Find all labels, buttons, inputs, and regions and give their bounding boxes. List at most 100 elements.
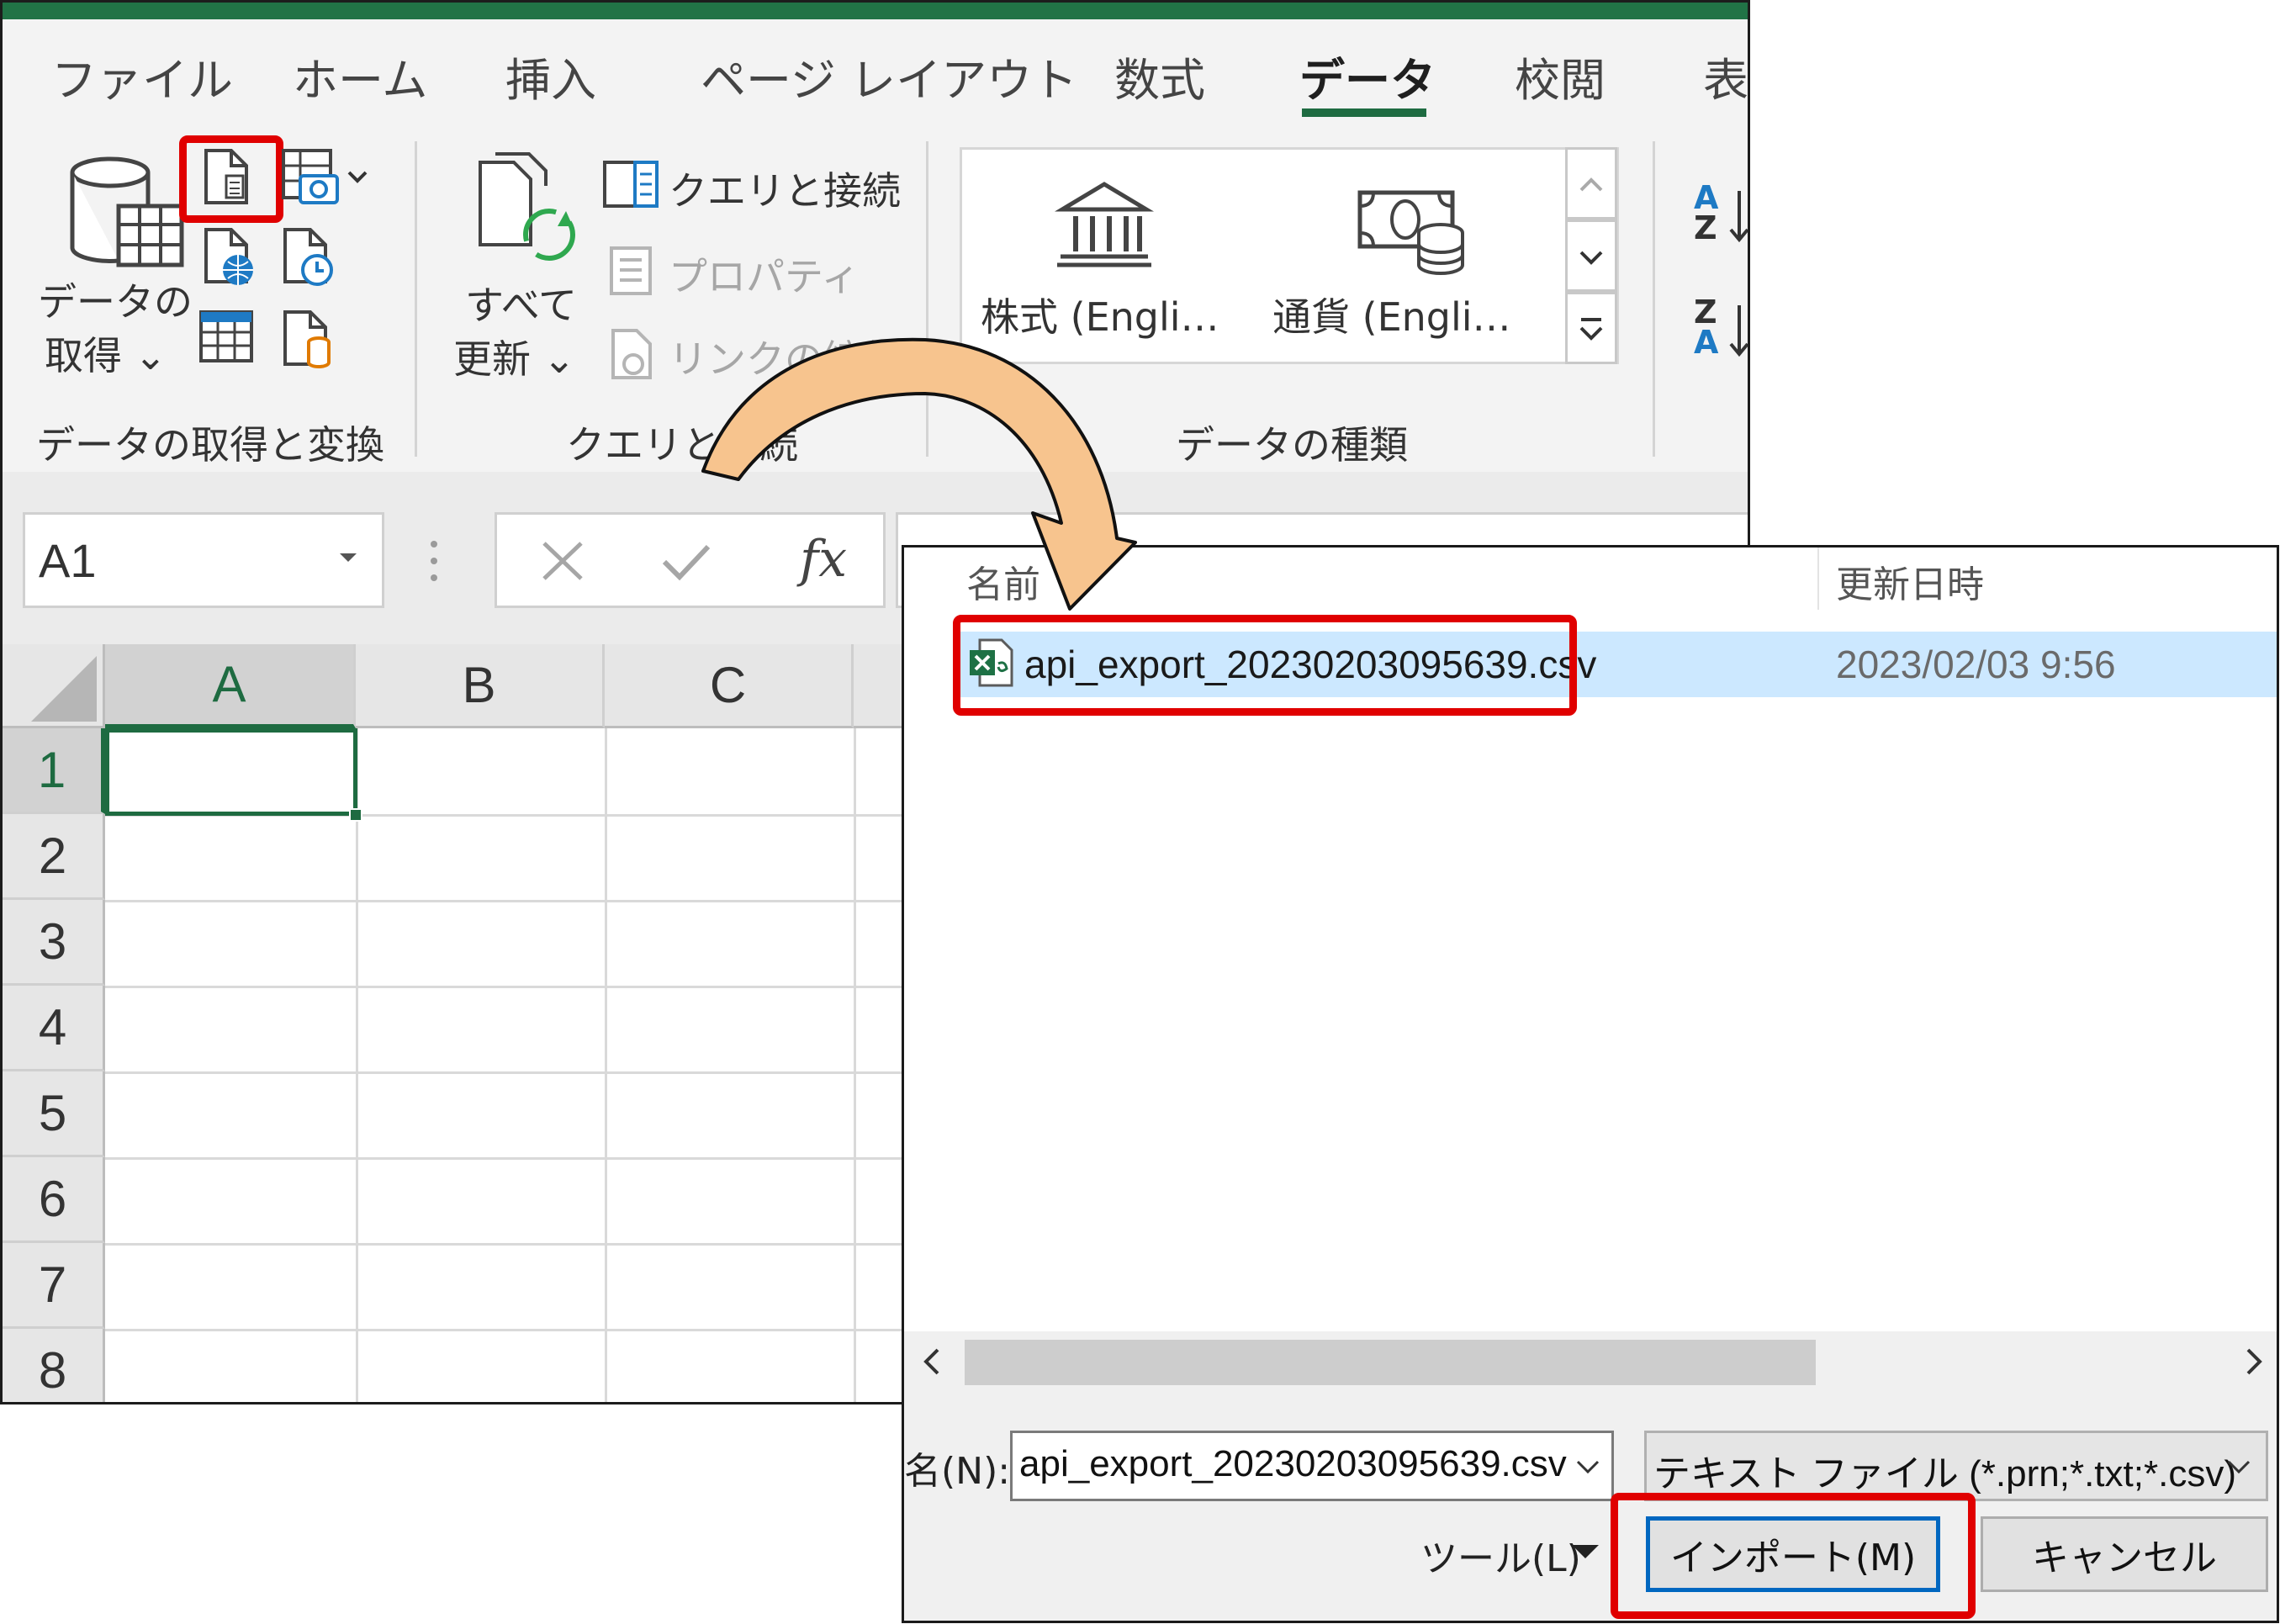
- get-data-label-1: データの: [38, 279, 193, 325]
- file-modified-date: 2023/02/03 9:56: [1836, 643, 2116, 686]
- highlight-from-text-csv: [179, 135, 283, 223]
- row-header-4[interactable]: 4: [3, 986, 105, 1071]
- row-header-3[interactable]: 3: [3, 900, 105, 986]
- tab-page-layout[interactable]: ページ レイアウト: [701, 43, 1077, 109]
- refresh-all-label-2: 更新 ⌄: [453, 336, 576, 382]
- row-header-1[interactable]: 1: [3, 728, 105, 814]
- file-type-select[interactable]: テキスト ファイル (*.prn;*.txt;*.csv): [1644, 1431, 2268, 1501]
- group-separator: [415, 141, 417, 457]
- sort-az-bottom: Z: [1694, 209, 1717, 246]
- queries-pane-icon: [603, 161, 659, 208]
- tab-insert[interactable]: 挿入: [505, 43, 596, 109]
- tab-data[interactable]: データ: [1299, 43, 1436, 109]
- dropdown-arrow-icon: [340, 553, 357, 562]
- bank-building-icon: [1054, 182, 1155, 267]
- chevron-up-icon: [1579, 177, 1603, 192]
- edit-links-label: リンクの編集: [669, 336, 901, 382]
- chevron-down-icon[interactable]: [1573, 1455, 1603, 1480]
- sort-ascending-button[interactable]: A Z: [1689, 179, 1748, 255]
- refresh-icon: [479, 152, 575, 261]
- gallery-expand-button[interactable]: [1565, 292, 1617, 364]
- stocks-label: 株式 (Engli…: [981, 294, 1219, 340]
- properties-button[interactable]: プロパティ: [601, 243, 860, 302]
- column-header-b[interactable]: B: [356, 644, 605, 728]
- name-box[interactable]: A1: [23, 512, 384, 608]
- properties-icon: [610, 246, 652, 295]
- database-table-icon: [70, 156, 184, 267]
- scroll-left-icon[interactable]: [919, 1345, 944, 1378]
- column-separator: [1817, 548, 1819, 610]
- filename-combobox[interactable]: api_export_20230203095639.csv: [1010, 1431, 1614, 1501]
- insert-function-button[interactable]: fx: [800, 530, 847, 589]
- scroll-right-icon[interactable]: [2241, 1345, 2267, 1378]
- group-separator: [926, 141, 928, 457]
- sort-descending-button[interactable]: Z A: [1689, 294, 1748, 369]
- expand-more-icon: [1579, 318, 1603, 341]
- sort-arrow-down-icon: [1729, 305, 1748, 357]
- group-label-data-types: データの種類: [1176, 422, 1408, 468]
- row-header-6[interactable]: 6: [3, 1157, 105, 1243]
- scrollbar-thumb[interactable]: [965, 1340, 1816, 1385]
- fill-handle[interactable]: [349, 808, 362, 822]
- group-label-queries: クエリと接続: [566, 422, 798, 468]
- row-header-2[interactable]: 2: [3, 814, 105, 900]
- queries-connections-label: クエリと接続: [669, 168, 901, 214]
- active-tab-indicator: [1302, 108, 1426, 117]
- cancel-button[interactable]: キャンセル: [1981, 1516, 2268, 1592]
- row-header-5[interactable]: 5: [3, 1071, 105, 1157]
- edit-links-icon: [611, 329, 652, 379]
- highlight-file-row: [953, 615, 1577, 716]
- active-cell-a1[interactable]: [105, 728, 357, 816]
- formula-buttons: fx: [495, 512, 886, 608]
- row-header-8[interactable]: 8: [3, 1329, 105, 1402]
- from-picture-icon[interactable]: [280, 147, 373, 206]
- cancel-x-icon[interactable]: [539, 540, 590, 582]
- from-table-range-icon[interactable]: [198, 309, 257, 368]
- file-type-value: テキスト ファイル (*.prn;*.txt;*.csv): [1653, 1453, 2236, 1494]
- refresh-all-button[interactable]: すべて 更新 ⌄: [448, 147, 600, 383]
- get-data-button[interactable]: データの 取得 ⌄: [36, 147, 193, 378]
- chevron-down-icon: [1579, 251, 1603, 265]
- gridline: [356, 728, 358, 1402]
- vertical-dots-icon: [431, 541, 437, 581]
- stocks-button[interactable]: 株式 (Engli…: [974, 179, 1251, 347]
- from-web-icon[interactable]: [201, 226, 260, 290]
- highlight-import-button: [1611, 1493, 1976, 1619]
- column-header-a[interactable]: A: [105, 644, 356, 728]
- tools-menu-button[interactable]: ツール(L): [1420, 1528, 1581, 1582]
- group-label-get-transform: データの取得と変換: [36, 422, 384, 468]
- tab-file[interactable]: ファイル: [51, 43, 233, 109]
- tab-review[interactable]: 校閲: [1515, 43, 1606, 109]
- tab-view-partial[interactable]: 表: [1703, 43, 1748, 109]
- column-header-name[interactable]: 名前: [966, 554, 1040, 608]
- chevron-down-icon[interactable]: [2224, 1455, 2254, 1480]
- import-data-dialog: 名前 更新日時 api_export_20230203095639.csv 20…: [902, 545, 2279, 1623]
- enter-check-icon[interactable]: [661, 540, 712, 582]
- properties-label: プロパティ: [669, 254, 860, 299]
- gridline: [854, 728, 856, 1402]
- dropdown-arrow-icon[interactable]: [1568, 1540, 1602, 1565]
- queries-connections-button[interactable]: クエリと接続: [601, 157, 901, 216]
- column-header-c[interactable]: C: [605, 644, 854, 728]
- gallery-scroll-up-button[interactable]: [1565, 147, 1617, 220]
- existing-connections-icon[interactable]: [280, 309, 339, 373]
- column-header-modified[interactable]: 更新日時: [1836, 554, 1984, 608]
- select-all-triangle-icon: [31, 656, 97, 722]
- gridline: [605, 728, 607, 1402]
- row-header-7[interactable]: 7: [3, 1243, 105, 1329]
- name-box-value: A1: [39, 534, 97, 587]
- sort-arrow-down-icon: [1729, 191, 1748, 243]
- edit-links-button[interactable]: リンクの編集: [601, 325, 901, 384]
- tab-home[interactable]: ホーム: [293, 43, 427, 109]
- tab-formulas[interactable]: 数式: [1114, 43, 1205, 109]
- filename-label: 名(N):: [904, 1450, 1011, 1493]
- currencies-label: 通貨 (Engli…: [1272, 294, 1511, 340]
- filename-value: api_export_20230203095639.csv: [1019, 1443, 1567, 1484]
- currencies-button[interactable]: 通貨 (Engli…: [1272, 179, 1558, 347]
- group-separator: [1653, 141, 1655, 457]
- title-bar-strip: [3, 3, 1748, 19]
- gallery-scroll-down-button[interactable]: [1565, 220, 1617, 292]
- sort-za-bottom: A: [1694, 324, 1719, 361]
- recent-sources-icon[interactable]: [280, 226, 339, 290]
- select-all-corner[interactable]: [3, 644, 105, 728]
